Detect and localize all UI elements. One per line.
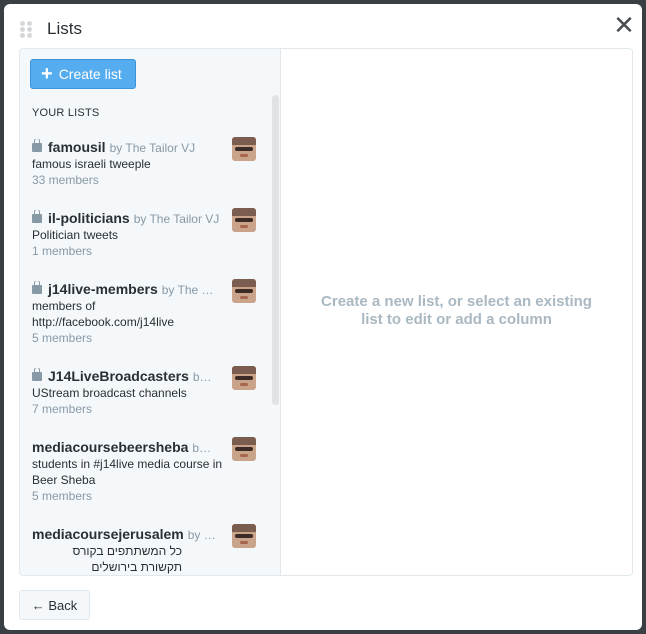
close-icon[interactable]: ✕ bbox=[612, 12, 636, 38]
your-lists-heading: YOUR LISTS bbox=[32, 107, 100, 119]
list-description: כל המשתתפים בקורס תקשורת בירושלים bbox=[72, 544, 182, 574]
list-owner: by … bbox=[187, 528, 216, 542]
list-description: students in #j14live media course in Bee… bbox=[32, 457, 223, 487]
list-item[interactable]: il-politicians by The Tailor VJ Politicia… bbox=[32, 208, 258, 259]
list-item[interactable]: famousil by The Tailor VJ famous israeli … bbox=[32, 137, 258, 188]
list-name: J14LiveBroadcasters bbox=[48, 368, 189, 384]
list-description: famous israeli tweeple bbox=[32, 157, 151, 171]
modal-title: Lists bbox=[47, 19, 82, 38]
list-name-row: il-politicians by The Tailor VJ bbox=[32, 210, 224, 227]
avatar bbox=[232, 208, 256, 232]
create-list-button[interactable]: + Create list bbox=[30, 59, 136, 89]
list-name: famousil bbox=[48, 139, 106, 155]
avatar bbox=[232, 524, 256, 548]
modal-header: Lists ✕ bbox=[4, 4, 642, 52]
empty-state-message: Create a new list, or select an existing… bbox=[321, 293, 592, 328]
lists-modal: Lists ✕ + Create list YOUR LISTS famousi… bbox=[4, 4, 642, 630]
list-item[interactable]: J14LiveBroadcasters b… UStream broadcast … bbox=[32, 366, 258, 417]
create-list-label: Create list bbox=[58, 66, 122, 82]
list-detail-pane: Create a new list, or select an existing… bbox=[281, 49, 632, 575]
list-owner: by The … bbox=[161, 283, 214, 297]
list-owner: b… bbox=[192, 370, 212, 384]
list-item[interactable]: j14live-members by The … members of http:… bbox=[32, 279, 258, 346]
list-members: 7 members bbox=[32, 402, 93, 416]
list-name: il-politicians bbox=[48, 210, 130, 226]
lists-sidebar: + Create list YOUR LISTS famousil by The … bbox=[20, 49, 281, 575]
back-button[interactable]: ← Back bbox=[19, 590, 90, 620]
list-name: mediacoursebeersheba bbox=[32, 439, 189, 455]
list-owner: by The Tailor VJ bbox=[133, 212, 220, 226]
list-item[interactable]: mediacoursebeersheba b… students in #j14l… bbox=[32, 437, 258, 504]
sidebar-scrollbar[interactable] bbox=[272, 95, 279, 405]
list-members: 5 members bbox=[32, 489, 93, 503]
lock-icon bbox=[32, 210, 42, 223]
list-description: Politician tweets bbox=[32, 228, 119, 242]
drag-handle-icon[interactable] bbox=[20, 21, 34, 39]
avatar bbox=[232, 137, 256, 161]
lock-icon bbox=[32, 139, 42, 152]
list-members: 5 members bbox=[32, 331, 93, 345]
avatar bbox=[232, 437, 256, 461]
list-item[interactable]: mediacoursejerusalem by … כל המשתתפים בקו… bbox=[32, 524, 258, 575]
list-owner: by The Tailor VJ bbox=[109, 141, 196, 155]
list-owner: b… bbox=[192, 441, 212, 455]
lock-icon bbox=[32, 281, 42, 294]
list-name-row: j14live-members by The … bbox=[32, 281, 224, 298]
list-name-row: J14LiveBroadcasters b… bbox=[32, 368, 224, 385]
avatar bbox=[232, 279, 256, 303]
lists-panel: + Create list YOUR LISTS famousil by The … bbox=[19, 48, 633, 576]
avatar bbox=[232, 366, 256, 390]
list-members: 1 members bbox=[32, 244, 93, 258]
lock-icon bbox=[32, 368, 42, 381]
list-description: members of http://facebook.com/j14live bbox=[32, 299, 175, 329]
list-name: j14live-members bbox=[48, 281, 158, 297]
plus-icon: + bbox=[41, 63, 53, 85]
list-name-row: mediacoursejerusalem by … bbox=[32, 526, 224, 543]
list-members: 33 members bbox=[32, 173, 99, 187]
list-name: mediacoursejerusalem bbox=[32, 526, 184, 542]
list-description: UStream broadcast channels bbox=[32, 386, 187, 400]
list-name-row: famousil by The Tailor VJ bbox=[32, 139, 224, 156]
list-name-row: mediacoursebeersheba b… bbox=[32, 439, 224, 456]
